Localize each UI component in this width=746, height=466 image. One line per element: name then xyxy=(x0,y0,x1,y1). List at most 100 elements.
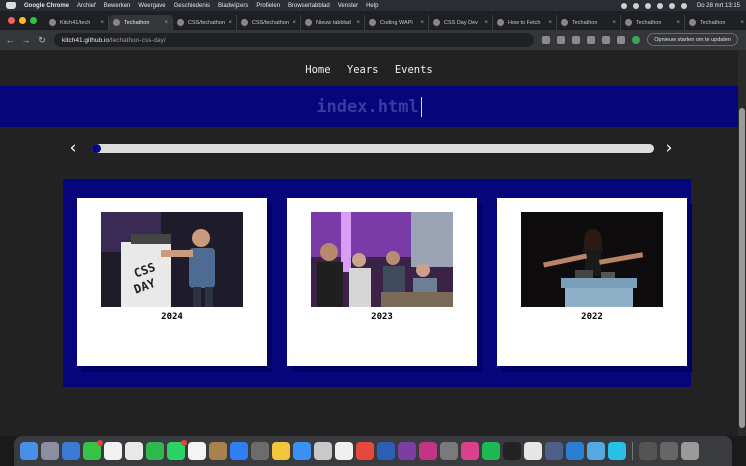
status-icon[interactable] xyxy=(620,2,627,9)
settings-gear-icon[interactable] xyxy=(608,442,626,460)
screen-share-icon[interactable] xyxy=(587,442,605,460)
browser-tab[interactable]: CSS/techathon × xyxy=(237,15,301,30)
control-center-icon[interactable] xyxy=(680,2,687,9)
terminal-icon[interactable] xyxy=(503,442,521,460)
browser-tab[interactable]: Kitch41/tech × xyxy=(45,15,109,30)
maps-icon[interactable] xyxy=(293,442,311,460)
profile-avatar[interactable] xyxy=(632,35,641,44)
menubar-item-weergave[interactable]: Weergave xyxy=(138,3,165,9)
minimize-window-icon[interactable] xyxy=(19,17,26,24)
tab-close-icon[interactable]: × xyxy=(612,20,616,26)
menubar-item-archief[interactable]: Archief xyxy=(77,3,96,9)
year-card-2022[interactable]: 2022 xyxy=(497,198,687,366)
notes-icon[interactable] xyxy=(272,442,290,460)
tab-close-icon[interactable]: × xyxy=(676,20,680,26)
spotify-icon[interactable] xyxy=(482,442,500,460)
nav-link-home[interactable]: Home xyxy=(305,64,330,76)
tab-close-icon[interactable]: × xyxy=(292,20,296,26)
phpstorm-icon[interactable] xyxy=(419,442,437,460)
discord-icon[interactable] xyxy=(545,442,563,460)
restart-to-update-button[interactable]: Opnieuw starten om te updaten xyxy=(647,33,738,46)
browser-tab[interactable]: Techathon × xyxy=(685,15,746,30)
menubar-app-name[interactable]: Google Chrome xyxy=(24,3,69,9)
browser-tab[interactable]: Coding WAPI × xyxy=(365,15,429,30)
teams-icon[interactable] xyxy=(398,442,416,460)
menubar-item-browsertabblad[interactable]: Browsertabblad xyxy=(288,3,330,9)
mail-icon[interactable] xyxy=(62,442,80,460)
word-icon[interactable] xyxy=(377,442,395,460)
launchpad-icon[interactable] xyxy=(41,442,59,460)
close-window-icon[interactable] xyxy=(8,17,15,24)
notion-icon[interactable] xyxy=(335,442,353,460)
menubar-item-bewerken[interactable]: Bewerken xyxy=(104,3,131,9)
status-icon[interactable] xyxy=(632,2,639,9)
browser-tab[interactable]: Techathon × xyxy=(109,15,173,30)
notes-app-icon[interactable] xyxy=(209,442,227,460)
figma-icon[interactable] xyxy=(461,442,479,460)
whatsapp-icon[interactable] xyxy=(167,440,187,460)
browser-tab[interactable]: CSS Day Dev × xyxy=(429,15,493,30)
chevron-right-icon[interactable]: › xyxy=(662,138,676,158)
forward-arrow-icon[interactable]: → xyxy=(20,34,32,46)
tab-close-icon[interactable]: × xyxy=(548,20,552,26)
sidebar-icon[interactable] xyxy=(617,35,626,44)
back-arrow-icon[interactable]: ← xyxy=(4,34,16,46)
menubar-item-geschiedenis[interactable]: Geschiedenis xyxy=(174,3,210,9)
browser-tab[interactable]: Techathon × xyxy=(557,15,621,30)
year-card-2023[interactable]: 2023 xyxy=(287,198,477,366)
tab-close-icon[interactable]: × xyxy=(356,20,360,26)
reload-icon[interactable]: ↻ xyxy=(36,34,48,46)
tab-close-icon[interactable]: × xyxy=(740,20,744,26)
bookmark-star-icon[interactable] xyxy=(557,35,566,44)
filezilla-icon[interactable] xyxy=(356,442,374,460)
tab-close-icon[interactable]: × xyxy=(164,20,168,26)
address-bar[interactable]: kitch41.github.io /techathon-css-day/ xyxy=(54,33,534,47)
year-card-2024[interactable]: CSS DAY 2024 xyxy=(77,198,267,366)
menubar-item-venster[interactable]: Venster xyxy=(338,3,358,9)
menubar-clock[interactable]: Do 28 mrt 13:15 xyxy=(697,3,740,9)
wifi-icon[interactable] xyxy=(656,2,663,9)
downloads-icon[interactable] xyxy=(639,442,657,460)
finder-icon[interactable] xyxy=(20,442,38,460)
utility-icon[interactable] xyxy=(440,442,458,460)
system-settings-icon[interactable] xyxy=(251,442,269,460)
nav-link-events[interactable]: Events xyxy=(395,64,433,76)
translate-icon[interactable] xyxy=(542,35,551,44)
zoom-window-icon[interactable] xyxy=(30,17,37,24)
browser-tab[interactable]: Techathon × xyxy=(621,15,685,30)
chevron-left-icon[interactable]: ‹ xyxy=(66,138,80,158)
scrollbar-thumb[interactable] xyxy=(739,108,745,428)
menubar-item-bladwijzers[interactable]: Bladwijzers xyxy=(218,3,248,9)
trash-icon[interactable] xyxy=(681,442,699,460)
browser-tab[interactable]: How to Fetch × xyxy=(493,15,557,30)
unity-icon[interactable] xyxy=(524,442,542,460)
calendar-icon[interactable] xyxy=(188,442,206,460)
app-store-icon[interactable] xyxy=(230,442,248,460)
status-icon[interactable] xyxy=(644,2,651,9)
tab-close-icon[interactable]: × xyxy=(420,20,424,26)
extension-icon[interactable] xyxy=(587,35,596,44)
preview-icon[interactable] xyxy=(314,442,332,460)
browser-tab[interactable]: CSS/techathon × xyxy=(173,15,237,30)
apple-menu-icon[interactable] xyxy=(6,2,16,9)
vscode-icon[interactable] xyxy=(566,442,584,460)
browser-tab[interactable]: Nieuw tabblad × xyxy=(301,15,365,30)
facetime-icon[interactable] xyxy=(146,442,164,460)
tab-label: Coding WAPI xyxy=(380,19,413,26)
chrome-icon[interactable] xyxy=(125,442,143,460)
extensions-puzzle-icon[interactable] xyxy=(602,35,611,44)
menubar-item-profielen[interactable]: Profielen xyxy=(256,3,280,9)
tab-close-icon[interactable]: × xyxy=(100,20,104,26)
menubar-item-help[interactable]: Help xyxy=(366,3,378,9)
search-icon[interactable] xyxy=(668,2,675,9)
timeline-handle[interactable] xyxy=(92,144,101,153)
extension-icon[interactable] xyxy=(572,35,581,44)
tab-close-icon[interactable]: × xyxy=(228,20,232,26)
messages-icon[interactable] xyxy=(83,440,103,460)
timeline-track[interactable] xyxy=(92,144,654,153)
nav-link-years[interactable]: Years xyxy=(347,64,379,76)
photos-icon[interactable] xyxy=(104,442,122,460)
tab-close-icon[interactable]: × xyxy=(484,20,488,26)
folder-icon[interactable] xyxy=(660,442,678,460)
page-scrollbar[interactable] xyxy=(738,50,746,436)
